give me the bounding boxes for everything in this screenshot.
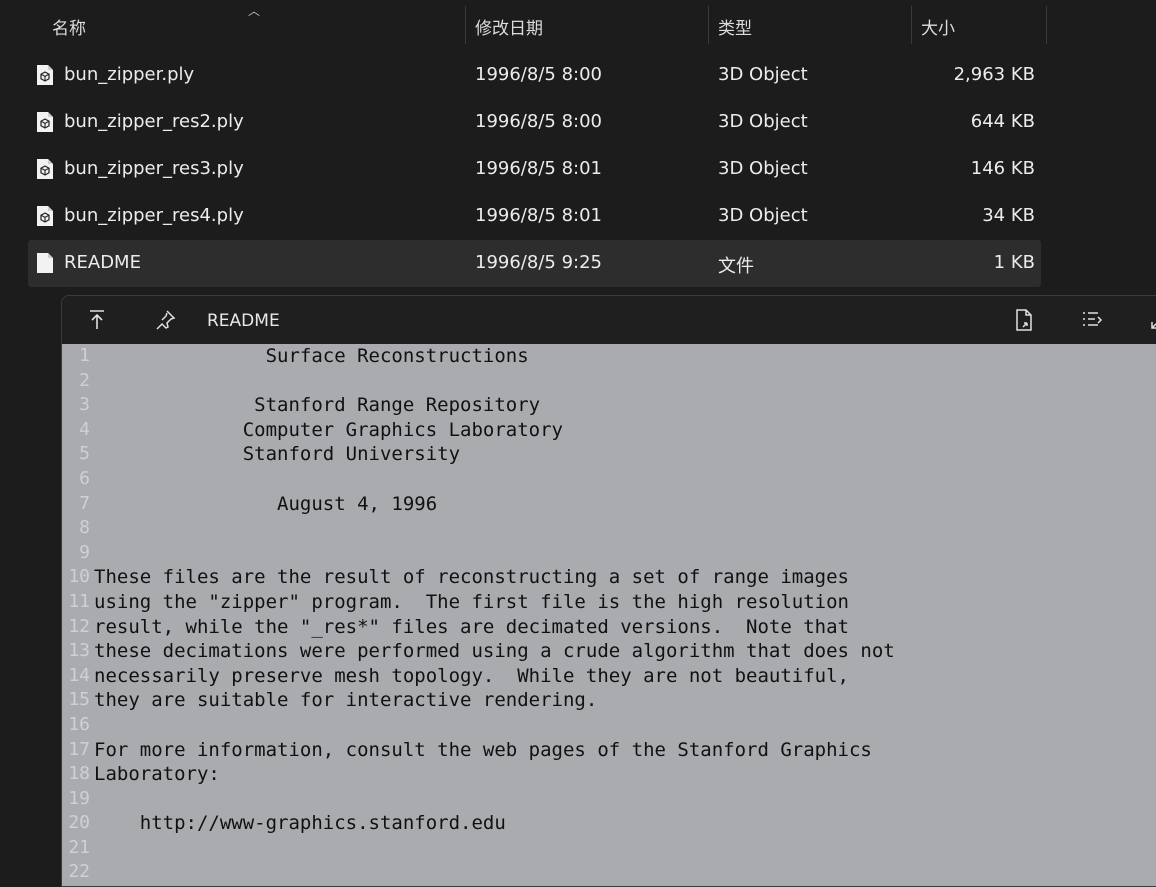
column-size-header[interactable]: 大小 bbox=[921, 14, 955, 39]
file-size: 2,963 KB bbox=[953, 64, 1035, 85]
line-number: 5 bbox=[79, 443, 90, 465]
column-header: ︿ 名称 修改日期 类型 大小 bbox=[0, 0, 1156, 48]
line-number: 3 bbox=[79, 394, 90, 416]
file-name: bun_zipper_res3.ply bbox=[64, 158, 244, 179]
text-line: Stanford Range Repository bbox=[94, 394, 541, 417]
text-line: these decimations were performed using a… bbox=[94, 640, 895, 663]
line-number: 19 bbox=[68, 787, 90, 809]
file-size: 644 KB bbox=[970, 111, 1035, 132]
file-row[interactable]: bun_zipper_res2.ply 1996/8/5 8:00 3D Obj… bbox=[28, 99, 1041, 146]
line-number: 18 bbox=[68, 763, 90, 785]
column-date-header[interactable]: 修改日期 bbox=[475, 14, 543, 39]
text-line: result, while the "_res*" files are deci… bbox=[94, 615, 849, 638]
3d-object-icon bbox=[37, 159, 53, 179]
file-name: README bbox=[64, 252, 141, 273]
column-divider[interactable] bbox=[911, 6, 912, 44]
file-date: 1996/8/5 8:00 bbox=[475, 111, 602, 132]
pin-icon[interactable] bbox=[153, 308, 177, 332]
column-divider[interactable] bbox=[1046, 6, 1047, 44]
column-type-header[interactable]: 类型 bbox=[718, 14, 752, 39]
text-line bbox=[94, 541, 895, 566]
file-row[interactable]: bun_zipper.ply 1996/8/5 8:00 3D Object 2… bbox=[28, 52, 1041, 99]
line-number: 2 bbox=[79, 369, 90, 391]
sort-ascending-icon: ︿ bbox=[248, 4, 261, 18]
line-number: 8 bbox=[79, 517, 90, 539]
line-number: 12 bbox=[68, 615, 90, 637]
text-preview[interactable]: 1 2 3 4 5 6 7 8 9 10 11 12 13 14 15 16 17 18 19 20 21 22 Surf… bbox=[62, 344, 1156, 886]
line-number: 16 bbox=[68, 713, 90, 735]
text-line: For more information, consult the web pa… bbox=[94, 738, 872, 761]
file-date: 1996/8/5 9:25 bbox=[475, 252, 602, 273]
list-options-icon[interactable] bbox=[1080, 308, 1104, 332]
text-line bbox=[94, 787, 895, 812]
text-line: necessarily preserve mesh topology. Whil… bbox=[94, 664, 849, 687]
line-number: 17 bbox=[68, 738, 90, 760]
line-number: 4 bbox=[79, 418, 90, 440]
line-number: 21 bbox=[68, 836, 90, 858]
file-date: 1996/8/5 8:01 bbox=[475, 205, 602, 226]
line-number: 22 bbox=[68, 861, 90, 883]
text-line: Surface Reconstructions bbox=[94, 345, 529, 367]
file-size: 1 KB bbox=[993, 252, 1035, 273]
file-type: 3D Object bbox=[718, 158, 808, 179]
3d-object-icon bbox=[37, 112, 53, 132]
file-icon bbox=[37, 253, 53, 273]
line-number: 20 bbox=[68, 812, 90, 834]
text-content: Surface Reconstructions Stanford Range R… bbox=[94, 344, 895, 885]
preview-title: README bbox=[207, 311, 280, 331]
file-date: 1996/8/5 8:00 bbox=[475, 64, 602, 85]
column-divider[interactable] bbox=[465, 6, 466, 44]
file-date: 1996/8/5 8:01 bbox=[475, 158, 602, 179]
file-row[interactable]: bun_zipper_res3.ply 1996/8/5 8:01 3D Obj… bbox=[28, 146, 1041, 193]
line-number: 9 bbox=[79, 541, 90, 563]
line-number-gutter: 1 2 3 4 5 6 7 8 9 10 11 12 13 14 15 16 17 18 19 20 21 22 bbox=[62, 344, 90, 885]
line-number: 11 bbox=[68, 590, 90, 612]
text-line: Laboratory: bbox=[94, 763, 220, 786]
column-divider[interactable] bbox=[708, 6, 709, 44]
file-name: bun_zipper.ply bbox=[64, 64, 195, 85]
3d-object-icon bbox=[37, 206, 53, 226]
text-line bbox=[94, 836, 895, 861]
line-number: 1 bbox=[79, 345, 90, 366]
file-list: bun_zipper.ply 1996/8/5 8:00 3D Object 2… bbox=[28, 52, 1041, 287]
file-size: 146 KB bbox=[970, 158, 1035, 179]
line-number: 6 bbox=[79, 467, 90, 489]
file-type: 3D Object bbox=[718, 111, 808, 132]
file-type: 文件 bbox=[718, 256, 754, 277]
scroll-to-top-icon[interactable] bbox=[85, 308, 109, 332]
file-type: 3D Object bbox=[718, 64, 808, 85]
file-name: bun_zipper_res4.ply bbox=[64, 205, 244, 226]
text-line bbox=[94, 713, 895, 738]
open-file-icon[interactable] bbox=[1012, 308, 1036, 332]
text-line bbox=[94, 860, 895, 885]
line-number: 15 bbox=[68, 689, 90, 711]
file-size: 34 KB bbox=[982, 205, 1035, 226]
file-name: bun_zipper_res2.ply bbox=[64, 111, 244, 132]
text-line bbox=[94, 467, 895, 492]
text-line: Computer Graphics Laboratory bbox=[94, 418, 563, 441]
preview-toolbar: README bbox=[62, 296, 1156, 344]
text-line: These files are the result of reconstruc… bbox=[94, 566, 849, 589]
line-number: 13 bbox=[68, 640, 90, 662]
file-type: 3D Object bbox=[718, 205, 808, 226]
text-line bbox=[94, 369, 895, 394]
column-name-header[interactable]: 名称 bbox=[52, 14, 86, 39]
line-number: 10 bbox=[68, 566, 90, 588]
text-line: August 4, 1996 bbox=[94, 492, 438, 515]
line-number: 7 bbox=[79, 492, 90, 514]
line-number: 14 bbox=[68, 664, 90, 686]
file-row-selected[interactable]: README 1996/8/5 9:25 文件 1 KB bbox=[28, 240, 1041, 287]
text-line: Stanford University bbox=[94, 443, 461, 466]
text-line: they are suitable for interactive render… bbox=[94, 689, 598, 712]
text-line: http://www-graphics.stanford.edu bbox=[94, 812, 506, 835]
text-line bbox=[94, 516, 895, 541]
collapse-icon[interactable] bbox=[1148, 308, 1156, 332]
preview-window: README 1 2 3 4 5 6 7 8 9 10 11 12 13 14 15 16 17 18 19 20 21… bbox=[61, 295, 1156, 887]
text-line: using the "zipper" program. The first fi… bbox=[94, 590, 849, 613]
file-row[interactable]: bun_zipper_res4.ply 1996/8/5 8:01 3D Obj… bbox=[28, 193, 1041, 240]
3d-object-icon bbox=[37, 65, 53, 85]
